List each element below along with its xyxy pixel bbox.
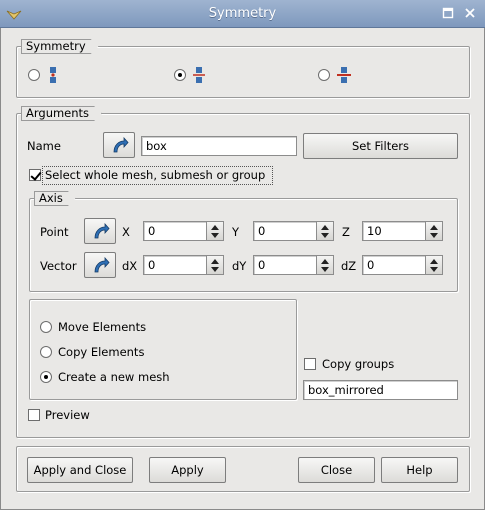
point-symmetry-icon xyxy=(50,67,56,83)
dx-spinbox[interactable]: 0 xyxy=(143,255,224,275)
point-label: Point xyxy=(40,225,69,239)
dx-label: dX xyxy=(122,259,138,273)
dx-value[interactable]: 0 xyxy=(143,255,207,275)
x-spinbox[interactable]: 0 xyxy=(143,221,224,241)
apply-button[interactable]: Apply xyxy=(149,457,226,483)
preview-checkbox[interactable] xyxy=(28,409,40,421)
dy-spinbox[interactable]: 0 xyxy=(253,255,334,275)
z-value[interactable]: 10 xyxy=(362,221,426,241)
set-filters-button[interactable]: Set Filters xyxy=(303,133,458,159)
y-spinbox[interactable]: 0 xyxy=(253,221,334,241)
create-new-mesh-label[interactable]: Create a new mesh xyxy=(58,370,170,384)
name-field[interactable]: box xyxy=(141,136,297,156)
name-label: Name xyxy=(27,139,61,153)
plane-symmetry-icon xyxy=(337,67,351,83)
window-title: Symmetry xyxy=(208,6,277,21)
symmetry-group: Symmetry xyxy=(16,46,470,98)
symmetry-axis-radio[interactable] xyxy=(174,69,186,81)
dx-spin-arrows[interactable] xyxy=(206,255,224,275)
x-label: X xyxy=(122,225,130,239)
y-value[interactable]: 0 xyxy=(253,221,317,241)
close-button[interactable]: Close xyxy=(298,457,375,483)
dy-label: dY xyxy=(232,259,247,273)
symmetry-plane-radio[interactable] xyxy=(318,69,330,81)
arguments-group-title: Arguments xyxy=(21,106,102,121)
x-spin-arrows[interactable] xyxy=(206,221,224,241)
whole-mesh-label[interactable]: Select whole mesh, submesh or group xyxy=(45,168,265,182)
move-elements-radio[interactable] xyxy=(40,321,52,333)
y-label: Y xyxy=(232,225,240,239)
dz-label: dZ xyxy=(341,259,357,273)
dy-spin-arrows[interactable] xyxy=(316,255,334,275)
dz-spinbox[interactable]: 0 xyxy=(362,255,443,275)
dz-value[interactable]: 0 xyxy=(362,255,426,275)
new-mesh-name-field[interactable]: box_mirrored xyxy=(303,380,458,400)
apply-and-close-button[interactable]: Apply and Close xyxy=(27,457,133,483)
symmetry-group-title: Symmetry xyxy=(21,39,99,54)
axis-symmetry-icon xyxy=(193,67,205,83)
title-bar: Symmetry xyxy=(0,0,485,28)
y-spin-arrows[interactable] xyxy=(316,221,334,241)
select-object-button[interactable] xyxy=(103,132,135,158)
z-spinbox[interactable]: 10 xyxy=(362,221,443,241)
select-vector-button[interactable] xyxy=(84,252,116,278)
copy-groups-checkbox[interactable] xyxy=(304,358,316,370)
select-arrow-icon xyxy=(94,257,110,273)
vector-label: Vector xyxy=(40,259,77,273)
copy-elements-label[interactable]: Copy Elements xyxy=(58,345,144,359)
dz-spin-arrows[interactable] xyxy=(425,255,443,275)
copy-groups-label[interactable]: Copy groups xyxy=(322,357,394,371)
whole-mesh-checkbox[interactable] xyxy=(29,169,41,181)
x-value[interactable]: 0 xyxy=(143,221,207,241)
select-point-button[interactable] xyxy=(84,218,116,244)
dy-value[interactable]: 0 xyxy=(253,255,317,275)
preview-label[interactable]: Preview xyxy=(45,408,90,422)
select-arrow-icon xyxy=(94,223,110,239)
axis-group-title: Axis xyxy=(34,191,76,206)
symmetry-point-radio[interactable] xyxy=(28,69,40,81)
move-elements-label[interactable]: Move Elements xyxy=(58,320,146,334)
close-window-icon[interactable] xyxy=(463,7,477,21)
z-spin-arrows[interactable] xyxy=(425,221,443,241)
select-arrow-icon xyxy=(113,137,129,153)
help-button[interactable]: Help xyxy=(381,457,458,483)
copy-elements-radio[interactable] xyxy=(40,346,52,358)
z-label: Z xyxy=(342,225,350,239)
maximize-icon[interactable] xyxy=(441,7,455,21)
create-new-mesh-radio[interactable] xyxy=(40,371,52,383)
